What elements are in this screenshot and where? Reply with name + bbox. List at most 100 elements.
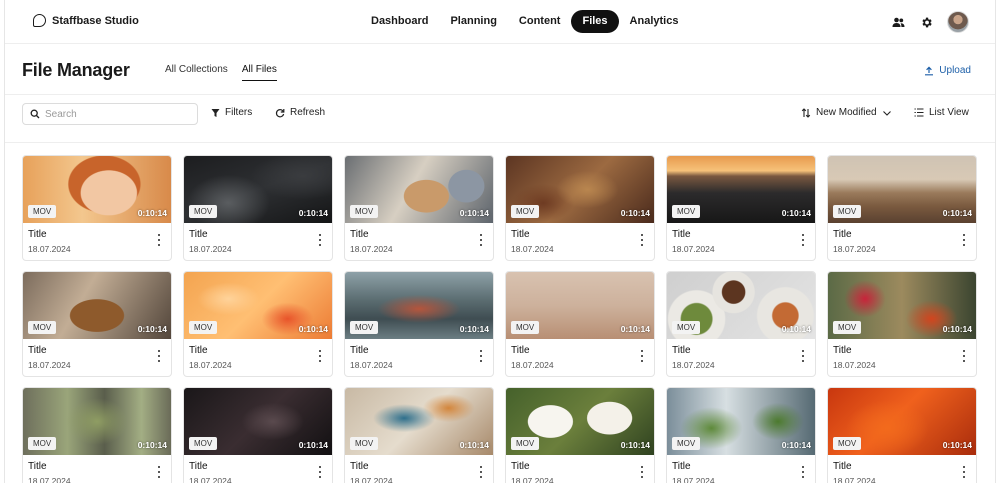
page-title: File Manager [22,60,130,80]
more-options-icon[interactable] [801,350,805,362]
more-options-icon[interactable] [318,350,322,362]
file-thumbnail[interactable]: MOV 0:10:14 [23,388,171,455]
more-options-icon[interactable] [318,234,322,246]
more-options-icon[interactable] [962,350,966,362]
more-options-icon[interactable] [157,466,161,478]
more-options-icon[interactable] [640,234,644,246]
file-card[interactable]: MOV 0:10:14 Title 18.07.2024 [827,271,977,377]
tab-all-collections[interactable]: All Collections [165,64,228,81]
file-card[interactable]: MOV 0:10:14 Title 18.07.2024 [183,271,333,377]
more-options-icon[interactable] [157,350,161,362]
file-thumbnail[interactable]: MOV 0:10:14 [828,388,976,455]
file-thumbnail[interactable]: MOV 0:10:14 [184,272,332,339]
more-options-icon[interactable] [640,350,644,362]
upload-button[interactable]: Upload [924,65,971,76]
file-thumbnail[interactable]: MOV 0:10:14 [23,156,171,223]
file-type-badge: MOV [350,437,379,450]
file-thumbnail[interactable]: MOV 0:10:14 [506,272,654,339]
file-thumbnail[interactable]: MOV 0:10:14 [667,388,815,455]
file-card[interactable]: MOV 0:10:14 Title 18.07.2024 [22,155,172,261]
more-options-icon[interactable] [962,234,966,246]
file-duration: 0:10:14 [459,324,489,334]
file-date: 18.07.2024 [672,244,715,254]
more-options-icon[interactable] [479,350,483,362]
file-type-badge: MOV [189,205,218,218]
file-thumbnail[interactable]: MOV 0:10:14 [184,388,332,455]
file-duration: 0:10:14 [942,324,972,334]
file-duration: 0:10:14 [620,440,650,450]
filters-label: Filters [225,107,253,118]
nav-files[interactable]: Files [571,10,619,33]
file-thumbnail[interactable]: MOV 0:10:14 [506,388,654,455]
file-duration: 0:10:14 [620,324,650,334]
file-card[interactable]: MOV 0:10:14 Title 18.07.2024 [344,387,494,483]
file-card[interactable]: MOV 0:10:14 Title 18.07.2024 [22,271,172,377]
search-icon [30,109,40,119]
file-card[interactable]: MOV 0:10:14 Title 18.07.2024 [344,271,494,377]
search-input[interactable] [45,108,185,120]
file-thumbnail[interactable]: MOV 0:10:14 [828,156,976,223]
nav-content[interactable]: Content [508,10,572,33]
nav-actions [891,11,969,33]
file-duration: 0:10:14 [781,324,811,334]
file-date: 18.07.2024 [350,360,393,370]
more-options-icon[interactable] [318,466,322,478]
refresh-label: Refresh [290,107,326,118]
file-card[interactable]: MOV 0:10:14 Title 18.07.2024 [183,387,333,483]
more-options-icon[interactable] [640,466,644,478]
more-options-icon[interactable] [157,234,161,246]
nav-planning[interactable]: Planning [439,10,507,33]
file-card[interactable]: MOV 0:10:14 Title 18.07.2024 [666,155,816,261]
file-date: 18.07.2024 [833,360,876,370]
file-thumbnail[interactable]: MOV 0:10:14 [828,272,976,339]
search-box[interactable] [22,103,198,125]
filters-button[interactable]: Filters [211,107,252,118]
file-title: Title [189,461,208,472]
file-thumbnail[interactable]: MOV 0:10:14 [667,272,815,339]
file-card[interactable]: MOV 0:10:14 Title 18.07.2024 [22,387,172,483]
nav-dashboard[interactable]: Dashboard [360,10,439,33]
file-title: Title [833,461,852,472]
refresh-button[interactable]: Refresh [275,107,325,118]
file-date: 18.07.2024 [189,476,232,483]
chevron-down-icon [882,110,891,116]
file-thumbnail[interactable]: MOV 0:10:14 [23,272,171,339]
file-card[interactable]: MOV 0:10:14 Title 18.07.2024 [505,155,655,261]
nav-analytics[interactable]: Analytics [619,10,690,33]
file-title: Title [672,229,691,240]
file-type-badge: MOV [28,205,57,218]
file-title: Title [833,345,852,356]
file-card[interactable]: MOV 0:10:14 Title 18.07.2024 [505,271,655,377]
more-options-icon[interactable] [801,234,805,246]
file-thumbnail[interactable]: MOV 0:10:14 [345,156,493,223]
more-options-icon[interactable] [801,466,805,478]
file-card[interactable]: MOV 0:10:14 Title 18.07.2024 [827,155,977,261]
file-thumbnail[interactable]: MOV 0:10:14 [345,388,493,455]
upload-icon [925,66,934,75]
users-icon[interactable] [891,15,905,29]
main-nav: Dashboard Planning Content Files Analyti… [360,10,689,33]
file-card[interactable]: MOV 0:10:14 Title 18.07.2024 [666,387,816,483]
file-thumbnail[interactable]: MOV 0:10:14 [345,272,493,339]
gear-icon[interactable] [919,15,933,29]
tab-all-files[interactable]: All Files [241,64,277,81]
file-card[interactable]: MOV 0:10:14 Title 18.07.2024 [183,155,333,261]
list-view-button[interactable]: List View [914,107,969,118]
file-thumbnail[interactable]: MOV 0:10:14 [506,156,654,223]
file-card[interactable]: MOV 0:10:14 Title 18.07.2024 [827,387,977,483]
more-options-icon[interactable] [962,466,966,478]
more-options-icon[interactable] [479,466,483,478]
more-options-icon[interactable] [479,234,483,246]
file-type-badge: MOV [672,437,701,450]
file-type-badge: MOV [672,205,701,218]
brand[interactable]: Staffbase Studio [33,14,139,27]
file-title: Title [28,229,47,240]
file-card[interactable]: MOV 0:10:14 Title 18.07.2024 [505,387,655,483]
sort-dropdown[interactable]: New Modified [801,107,892,118]
avatar[interactable] [947,11,969,33]
file-card[interactable]: MOV 0:10:14 Title 18.07.2024 [666,271,816,377]
view-label: List View [929,107,969,118]
file-thumbnail[interactable]: MOV 0:10:14 [184,156,332,223]
file-thumbnail[interactable]: MOV 0:10:14 [667,156,815,223]
file-card[interactable]: MOV 0:10:14 Title 18.07.2024 [344,155,494,261]
